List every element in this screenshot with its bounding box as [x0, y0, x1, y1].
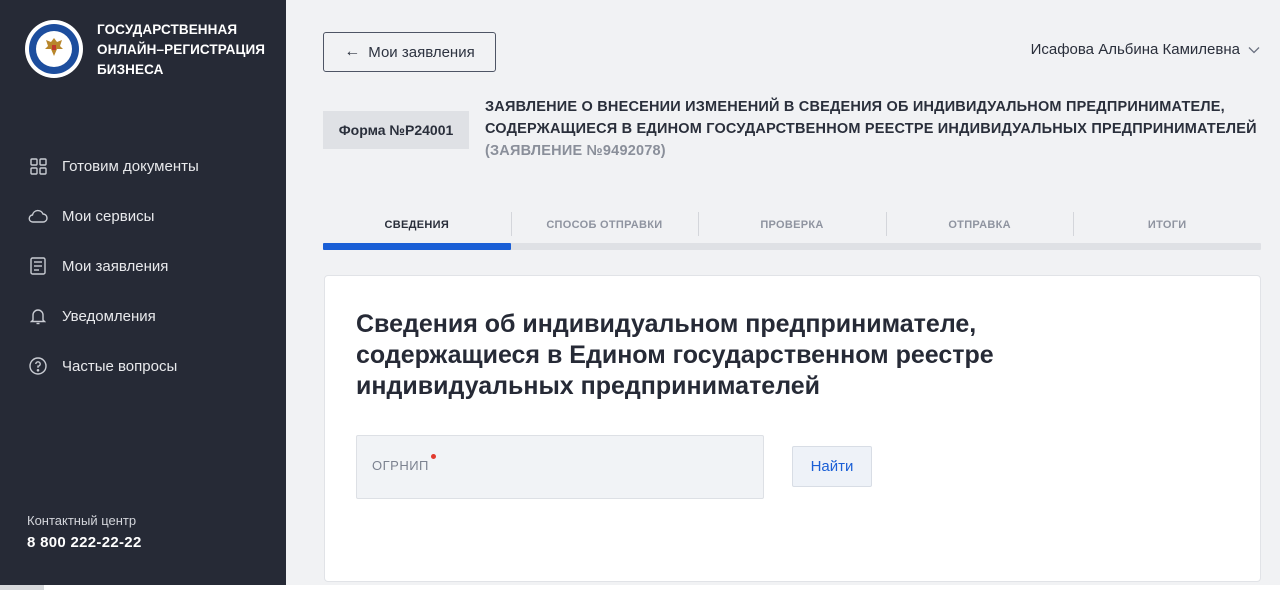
sidebar-nav: Готовим документы Мои сервисы Мои заявле… [28, 141, 199, 391]
user-menu[interactable]: Исафова Альбина Камилевна [1031, 41, 1260, 58]
back-to-applications-button[interactable]: ← Мои заявления [323, 32, 496, 72]
form-number-badge: Форма №Р24001 [323, 111, 469, 149]
contact-label: Контактный центр [27, 513, 137, 528]
taskbar-strip [0, 585, 1280, 590]
tab-check[interactable]: ПРОВЕРКА [698, 210, 886, 240]
tab-sending[interactable]: ОТПРАВКА [885, 210, 1074, 240]
ogrnip-placeholder: ОГРНИП [372, 454, 436, 473]
brand[interactable]: ГОСУДАРСТВЕННАЯ ОНЛАЙН–РЕГИСТРАЦИЯ БИЗНЕ… [25, 20, 267, 80]
steps-progress-fill [323, 243, 511, 250]
grid-icon [28, 156, 48, 176]
fns-emblem-icon [25, 20, 83, 78]
sidebar: ГОСУДАРСТВЕННАЯ ОНЛАЙН–РЕГИСТРАЦИЯ БИЗНЕ… [0, 0, 286, 585]
sidebar-item-label: Готовим документы [62, 157, 199, 175]
chevron-down-icon [1248, 46, 1260, 53]
sidebar-item-label: Мои заявления [62, 257, 169, 275]
question-circle-icon [28, 356, 48, 376]
required-marker-icon [430, 454, 436, 459]
sidebar-item-applications[interactable]: Мои заявления [28, 241, 199, 291]
page-title: ЗАЯВЛЕНИЕ О ВНЕСЕНИИ ИЗМЕНЕНИЙ В СВЕДЕНИ… [485, 96, 1265, 162]
ogrnip-input[interactable]: ОГРНИП [356, 435, 764, 499]
tab-details[interactable]: СВЕДЕНИЯ [323, 210, 511, 240]
ip-details-card: Сведения об индивидуальном предпринимате… [324, 275, 1261, 582]
find-button[interactable]: Найти [792, 446, 872, 487]
form-title-text: ЗАЯВЛЕНИЕ О ВНЕСЕНИИ ИЗМЕНЕНИЙ В СВЕДЕНИ… [485, 99, 1257, 137]
document-list-icon [28, 256, 48, 276]
arrow-left-icon: ← [344, 43, 361, 60]
brand-name: ГОСУДАРСТВЕННАЯ ОНЛАЙН–РЕГИСТРАЦИЯ БИЗНЕ… [97, 22, 266, 77]
contact-phone[interactable]: 8 800 222-22-22 [27, 534, 142, 551]
sidebar-item-label: Уведомления [62, 307, 156, 325]
bell-icon [28, 306, 48, 326]
sidebar-item-notifications[interactable]: Уведомления [28, 291, 199, 341]
cloud-icon [28, 206, 48, 226]
tab-sending-method[interactable]: СПОСОБ ОТПРАВКИ [510, 210, 699, 240]
sidebar-item-label: Частые вопросы [62, 357, 178, 375]
sidebar-item-documents[interactable]: Готовим документы [28, 141, 199, 191]
application-number: (ЗАЯВЛЕНИЕ №9492078) [485, 143, 666, 159]
back-button-label: Мои заявления [368, 43, 475, 61]
tab-results[interactable]: ИТОГИ [1073, 210, 1261, 240]
steps-progress-bar [323, 243, 1261, 250]
contact-center: Контактный центр 8 800 222-22-22 [27, 513, 142, 551]
card-title: Сведения об индивидуальном предпринимате… [356, 310, 994, 400]
user-name: Исафова Альбина Камилевна [1030, 41, 1240, 58]
sidebar-item-services[interactable]: Мои сервисы [28, 191, 199, 241]
sidebar-item-label: Мои сервисы [62, 207, 155, 225]
sidebar-item-faq[interactable]: Частые вопросы [28, 341, 199, 391]
